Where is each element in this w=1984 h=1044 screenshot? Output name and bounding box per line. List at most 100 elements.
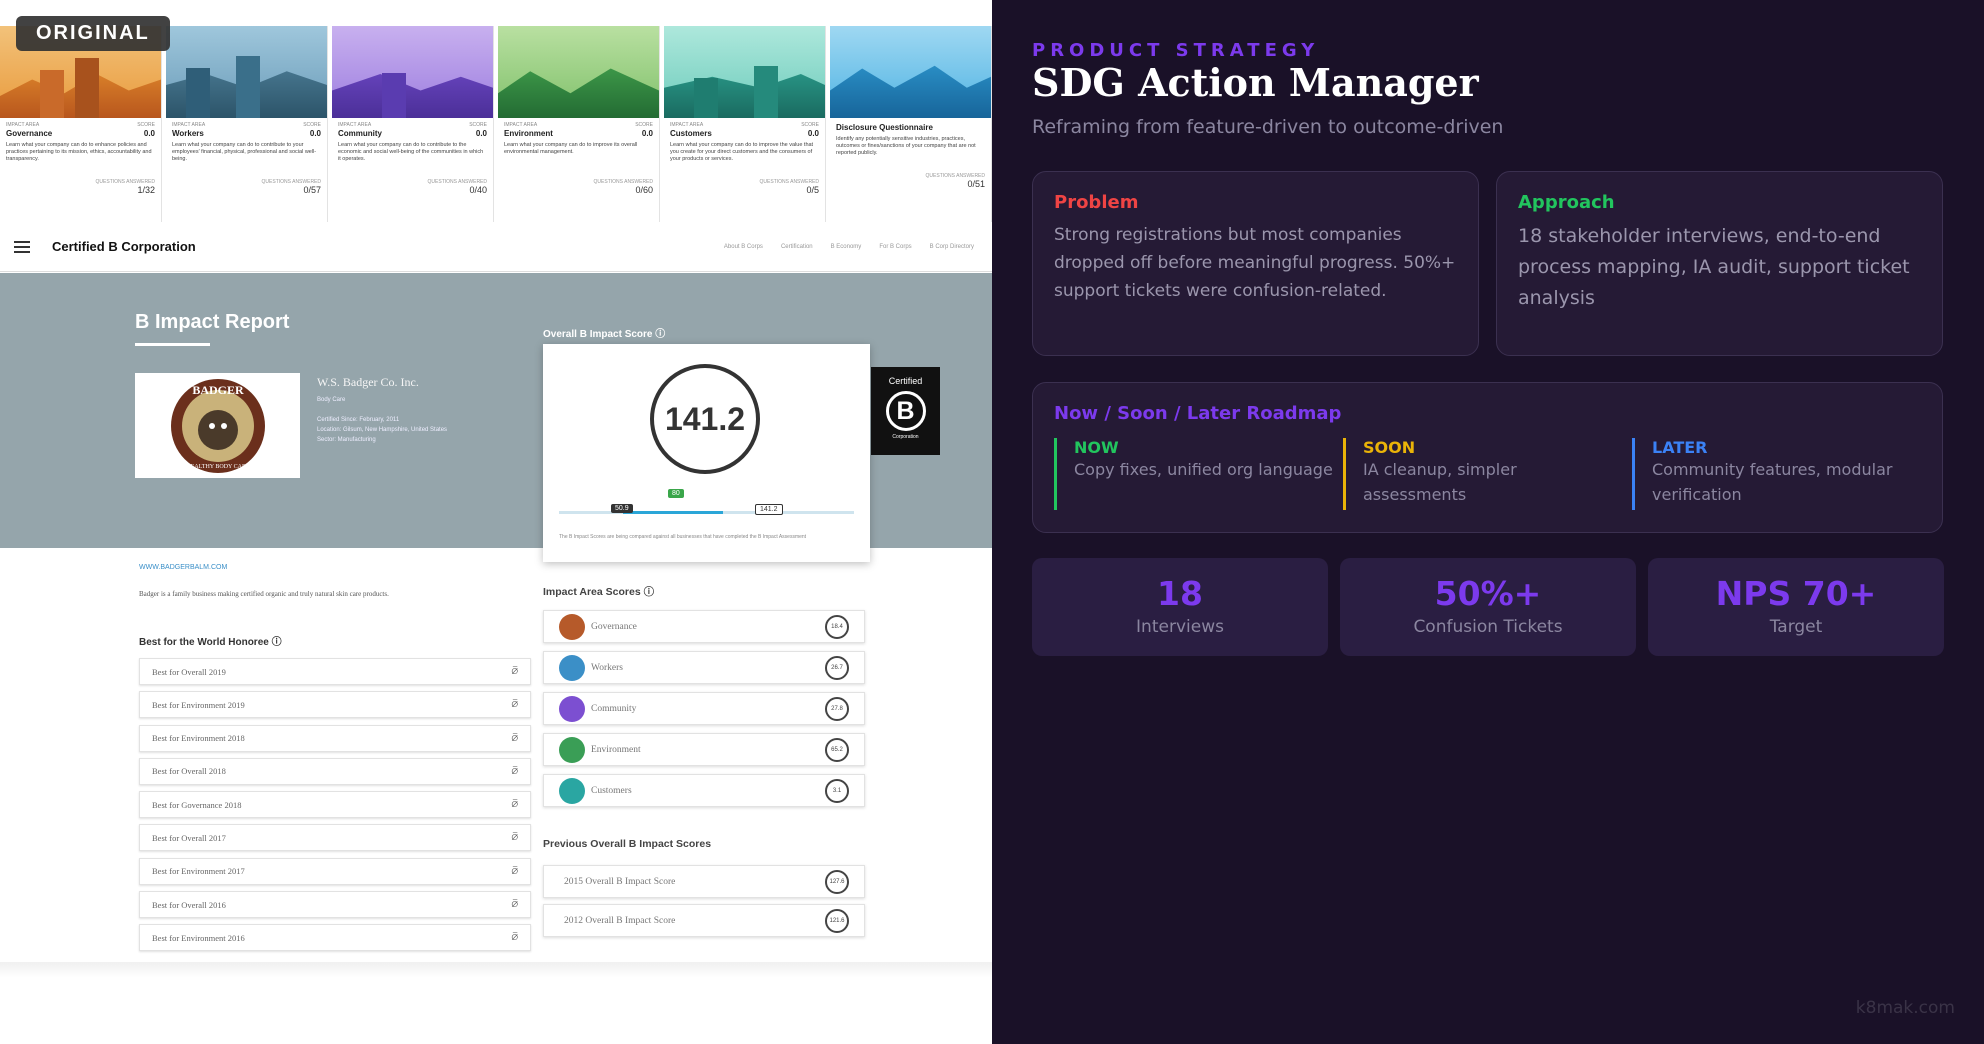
- nav-link-b-economy[interactable]: B Economy: [831, 244, 862, 250]
- stat-label: Interviews: [1136, 617, 1224, 637]
- previous-score-row[interactable]: 2015 Overall B Impact Score 127.6: [543, 865, 865, 898]
- impact-area-row[interactable]: Environment 65.2: [543, 733, 865, 766]
- approach-body: 18 stakeholder interviews, end-to-end pr…: [1518, 225, 1910, 309]
- link-icon[interactable]: ⦱: [511, 666, 518, 677]
- link-icon[interactable]: ⦱: [511, 866, 518, 877]
- report-details: WWW.BADGERBALM.COM Badger is a family bu…: [0, 548, 992, 968]
- previous-score-row[interactable]: 2012 Overall B Impact Score 121.6: [543, 904, 865, 937]
- site-credit: k8mak.com: [1855, 998, 1955, 1018]
- honoree-label: Best for Environment 2019: [152, 699, 245, 710]
- customers-illustration: [664, 26, 825, 118]
- area-card-environment[interactable]: IMPACT AREA SCORE Environment 0.0 Learn wh…: [498, 26, 660, 222]
- card-title: Community: [338, 129, 382, 138]
- area-card-community[interactable]: IMPACT AREA SCORE Community 0.0 Learn what…: [332, 26, 494, 222]
- bcorp-navbar: Certified B Corporation About B Corps Ce…: [0, 222, 992, 272]
- impact-area-row[interactable]: Customers 3.1: [543, 774, 865, 807]
- company-details: Body Care Certified Since: February, 201…: [317, 395, 447, 445]
- link-icon[interactable]: ⦱: [511, 733, 518, 744]
- card-meta: SCORE: [469, 122, 487, 128]
- impact-area-score: 27.8: [825, 696, 849, 721]
- honoree-label: Best for Overall 2019: [152, 666, 226, 677]
- card-title: Disclosure Questionnaire: [836, 123, 933, 132]
- link-icon[interactable]: ⦱: [511, 799, 518, 810]
- honoree-label: Best for Governance 2018: [152, 799, 242, 810]
- impact-area-row[interactable]: Workers 26.7: [543, 651, 865, 684]
- cert-bottom: Corporation: [892, 434, 919, 440]
- logo-wordmark: BADGER: [192, 383, 244, 397]
- impact-area-row[interactable]: Community 27.8: [543, 692, 865, 725]
- card-text: Learn what your company can do to enhanc…: [6, 142, 152, 162]
- card-meta: SCORE: [303, 122, 321, 128]
- honoree-row[interactable]: Best for Environment 2018 ⦱: [139, 724, 531, 752]
- nav-link-directory[interactable]: B Corp Directory: [930, 244, 974, 250]
- honoree-row[interactable]: Best for Overall 2017 ⦱: [139, 824, 531, 852]
- honoree-row[interactable]: Best for Overall 2019 ⦱: [139, 658, 531, 685]
- report-title: B Impact Report: [135, 311, 290, 333]
- company-name: W.S. Badger Co. Inc.: [317, 375, 419, 389]
- impact-area-heading: Impact Area Scores ⓘ: [543, 586, 655, 598]
- card-meta: SCORE: [801, 122, 819, 128]
- roadmap-later: LATER Community features, modular verifi…: [1632, 438, 1911, 510]
- link-icon[interactable]: ⦱: [511, 832, 518, 843]
- nav-brand[interactable]: Certified B Corporation: [52, 239, 196, 254]
- card-score: 0.0: [309, 129, 321, 138]
- page-subtitle: Reframing from feature-driven to outcome…: [1032, 116, 1504, 138]
- roadmap-tag: LATER: [1652, 438, 1708, 457]
- roadmap-tag: SOON: [1363, 438, 1416, 457]
- area-card-disclosure[interactable]: Disclosure Questionnaire Identify any po…: [830, 26, 992, 222]
- stat-label: Target: [1769, 617, 1823, 637]
- strategy-panel: PRODUCT STRATEGY SDG Action Manager Refr…: [992, 0, 1984, 1044]
- roadmap-now: NOW Copy fixes, unified org language: [1054, 438, 1333, 510]
- roadmap-heading: Now / Soon / Later Roadmap: [1054, 403, 1342, 424]
- nav-link-for-b-corps[interactable]: For B Corps: [879, 244, 911, 250]
- certified-b-badge: Certified B Corporation: [871, 367, 940, 455]
- area-card-customers[interactable]: IMPACT AREA SCORE Customers 0.0 Learn what…: [664, 26, 826, 222]
- area-card-workers[interactable]: IMPACT AREA SCORE Workers 0.0 Learn what y…: [166, 26, 328, 222]
- roadmap-tag: NOW: [1074, 438, 1119, 457]
- link-icon[interactable]: ⦱: [511, 766, 518, 777]
- honoree-heading: Best for the World Honoree ⓘ: [139, 637, 282, 648]
- previous-score-value: 127.6: [825, 869, 849, 894]
- previous-scores-list: 2015 Overall B Impact Score 127.6 2012 Ov…: [543, 865, 865, 943]
- honoree-row[interactable]: Best for Governance 2018 ⦱: [139, 791, 531, 819]
- card-meta: IMPACT AREA: [504, 122, 538, 128]
- stat-label: Confusion Tickets: [1413, 617, 1563, 637]
- badger-logo-icon: BADGER HEALTHY BODY CARE: [170, 378, 265, 473]
- roadmap-text: Community features, modular verification: [1652, 460, 1893, 504]
- impact-area-list: Governance 18.4 Workers 26.7 Community 27.8…: [543, 610, 865, 815]
- impact-area-score: 65.2: [825, 737, 849, 762]
- impact-area-score: 18.4: [825, 614, 849, 639]
- honoree-row[interactable]: Best for Environment 2017 ⦱: [139, 857, 531, 885]
- honoree-row[interactable]: Best for Environment 2019 ⦱: [139, 691, 531, 719]
- community-icon: [559, 695, 585, 722]
- card-meta: IMPACT AREA: [670, 122, 704, 128]
- card-score: 0.0: [641, 129, 653, 138]
- score-marker-pill: 80: [668, 489, 684, 498]
- impact-area-row[interactable]: Governance 18.4: [543, 610, 865, 643]
- roadmap-text: Copy fixes, unified org language: [1074, 460, 1333, 479]
- link-icon[interactable]: ⦱: [511, 699, 518, 710]
- nav-link-about[interactable]: About B Corps: [724, 244, 763, 250]
- card-meta: IMPACT AREA: [6, 122, 40, 128]
- honoree-label: Best for Environment 2016: [152, 932, 245, 943]
- stat-value: 18: [1157, 574, 1203, 613]
- stat-value: NPS 70+: [1715, 574, 1877, 613]
- area-card-governance[interactable]: IMPACT AREA SCORE Governance 0.0 Learn wha…: [0, 26, 162, 222]
- stat-confusion-tickets: 50%+ Confusion Tickets: [1340, 558, 1636, 656]
- card-score: 0.0: [143, 129, 155, 138]
- nav-link-certification[interactable]: Certification: [781, 244, 813, 250]
- environment-illustration: [498, 26, 659, 118]
- website-link[interactable]: WWW.BADGERBALM.COM: [139, 564, 227, 571]
- problem-card: Problem Strong registrations but most co…: [1032, 171, 1479, 356]
- honoree-row[interactable]: Best for Overall 2016 ⦱: [139, 891, 531, 919]
- company-blurb: Badger is a family business making certi…: [139, 590, 389, 598]
- honoree-row[interactable]: Best for Environment 2016 ⦱: [139, 924, 531, 952]
- honoree-row[interactable]: Best for Overall 2018 ⦱: [139, 757, 531, 785]
- hamburger-menu-icon[interactable]: [14, 240, 30, 253]
- impact-area-cards: IMPACT AREA SCORE Governance 0.0 Learn wha…: [0, 26, 992, 222]
- previous-score-name: 2012 Overall B Impact Score: [564, 915, 676, 926]
- previous-scores-heading: Previous Overall B Impact Scores: [543, 838, 712, 850]
- link-icon[interactable]: ⦱: [511, 899, 518, 910]
- honoree-label: Best for Overall 2018: [152, 766, 226, 777]
- link-icon[interactable]: ⦱: [511, 932, 518, 943]
